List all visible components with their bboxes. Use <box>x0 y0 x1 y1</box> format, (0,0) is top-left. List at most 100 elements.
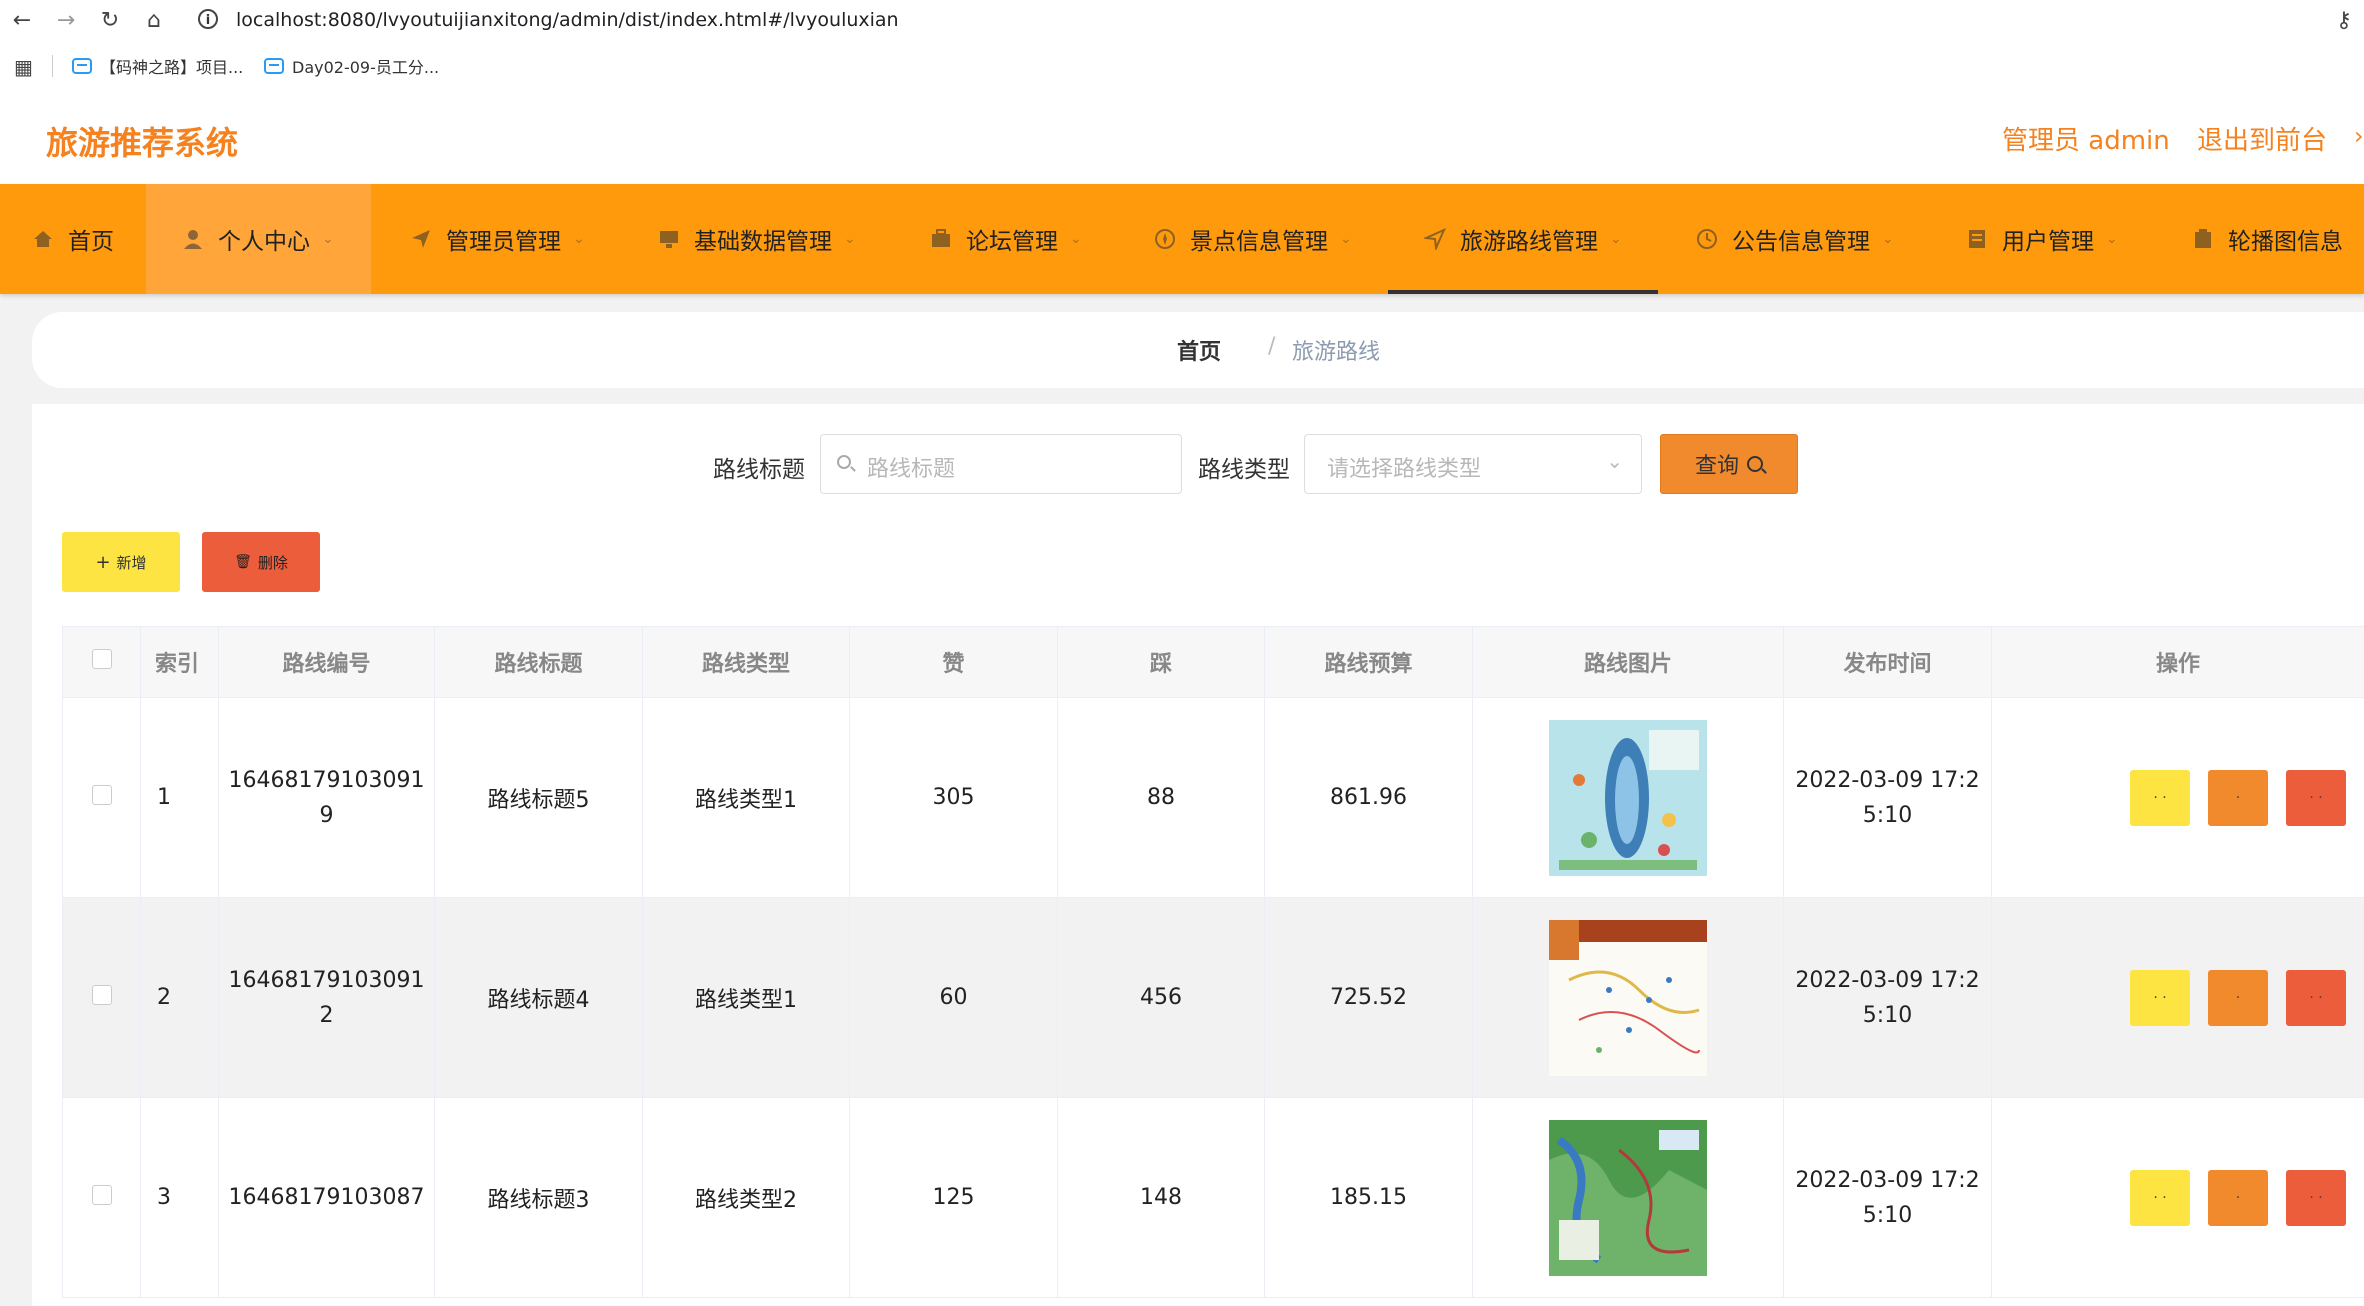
home-browser-icon[interactable]: ⌂ <box>132 0 176 40</box>
bookmarks-bar: ▦ 【码神之路】项目... Day02-09-员工分... <box>0 40 2364 93</box>
briefcase-icon <box>930 228 952 250</box>
apps-grid-icon[interactable]: ▦ <box>14 55 33 79</box>
route-title-input[interactable]: 路线标题 <box>820 434 1182 494</box>
nav-item-scenic-info[interactable]: 景点信息管理 ⌄ <box>1154 184 1352 294</box>
query-button-label: 查询 <box>1694 454 1739 479</box>
nav-label: 轮播图信息 <box>2228 229 2343 255</box>
route-code-line1: 16468179103087 <box>228 1185 425 1210</box>
forward-icon[interactable]: → <box>44 0 88 40</box>
plus-icon: + <box>95 551 111 573</box>
nav-item-carousel[interactable]: 轮播图信息 <box>2192 184 2343 294</box>
row-likes: 305 <box>849 697 1058 898</box>
edit-button[interactable]: · <box>2208 769 2268 826</box>
route-table: 索引 路线编号 路线标题 路线类型 赞 踩 路线预算 路线图片 发布时间 操作 … <box>62 626 2364 1298</box>
view-button[interactable]: · · <box>2130 769 2190 826</box>
row-image-cell <box>1472 697 1784 898</box>
row-publish-time: 2022-03-09 17:2 5:10 <box>1783 697 1992 898</box>
col-image: 路线图片 <box>1472 626 1784 698</box>
site-info-icon[interactable]: i <box>198 9 218 29</box>
row-route-code: 16468179103087 <box>218 1097 435 1298</box>
reload-icon[interactable]: ↻ <box>88 0 132 40</box>
nav-label: 旅游路线管理 <box>1460 229 1598 255</box>
route-image[interactable] <box>1549 719 1707 876</box>
publish-time-line1: 2022-03-09 17:2 <box>1795 967 1980 993</box>
app-header: 旅游推荐系统 管理员 admin 退出到前台 › <box>0 92 2364 184</box>
row-route-title: 路线标题4 <box>434 897 643 1098</box>
nav-item-personal-center[interactable]: 个人中心 ⌄ <box>146 184 371 294</box>
select-all-checkbox[interactable] <box>91 649 112 669</box>
chevron-down-icon: ⌄ <box>1070 231 1082 247</box>
nav-label: 基础数据管理 <box>694 229 832 255</box>
row-checkbox[interactable] <box>91 984 112 1005</box>
publish-time-line1: 2022-03-09 17:2 <box>1795 767 1980 793</box>
nav-label: 论坛管理 <box>966 229 1058 255</box>
row-select-cell <box>62 897 141 1098</box>
address-bar[interactable]: localhost:8080/lvyoutuijianxitong/admin/… <box>236 0 899 40</box>
row-dislikes: 88 <box>1057 697 1265 898</box>
nav-item-admin-management[interactable]: 管理员管理 ⌄ <box>410 184 585 294</box>
row-delete-button[interactable]: · · <box>2286 969 2346 1026</box>
header-overflow: › <box>2354 122 2364 150</box>
back-icon[interactable]: ← <box>0 0 44 40</box>
chevron-down-icon: ⌄ <box>573 231 585 247</box>
exit-to-frontend-link[interactable]: 退出到前台 <box>2197 120 2327 157</box>
nav-item-base-data[interactable]: 基础数据管理 ⌄ <box>658 184 856 294</box>
query-button[interactable]: 查询 <box>1660 434 1798 494</box>
chevron-down-icon: ⌄ <box>322 231 334 247</box>
key-icon[interactable]: ⚷ <box>2336 8 2352 33</box>
row-checkbox[interactable] <box>91 784 112 805</box>
row-checkbox[interactable] <box>91 1184 112 1205</box>
nav-item-home[interactable]: 首页 <box>32 184 114 294</box>
route-type-placeholder: 请选择路线类型 <box>1327 457 1482 482</box>
search-icon <box>837 455 851 469</box>
bookmark-item[interactable]: 【码神之路】项目... <box>72 52 243 80</box>
edit-button[interactable]: · <box>2208 1169 2268 1226</box>
bookmark-divider <box>52 55 53 77</box>
add-button-label: 新增 <box>116 553 147 572</box>
bilibili-icon <box>72 58 92 74</box>
row-delete-button[interactable]: · · <box>2286 1169 2346 1226</box>
trash-icon: 🗑 <box>234 554 252 570</box>
publish-time-line2: 5:10 <box>1862 802 1913 828</box>
nav-label: 公告信息管理 <box>1732 229 1870 255</box>
row-budget: 725.52 <box>1264 897 1473 1098</box>
row-dislikes: 148 <box>1057 1097 1265 1298</box>
bookmark-item[interactable]: Day02-09-员工分... <box>264 52 439 80</box>
view-button[interactable]: · · <box>2130 1169 2190 1226</box>
select-all-cell <box>62 626 141 698</box>
current-user: 管理员 admin <box>2002 126 2170 156</box>
route-type-select[interactable]: 请选择路线类型 ⌄ <box>1304 434 1642 494</box>
nav-label: 用户管理 <box>2002 229 2094 255</box>
breadcrumb-current: 旅游路线 <box>1292 340 1381 365</box>
nav-item-forum[interactable]: 论坛管理 ⌄ <box>930 184 1082 294</box>
content-panel: 路线标题 路线标题 路线类型 请选择路线类型 ⌄ 查询 + 新增 🗑 删除 索引… <box>32 404 2364 1306</box>
route-image[interactable] <box>1549 919 1707 1076</box>
nav-item-route-management[interactable]: 旅游路线管理 ⌄ <box>1388 184 1658 294</box>
route-image[interactable] <box>1549 1119 1707 1276</box>
row-select-cell <box>62 1097 141 1298</box>
nav-item-user-management[interactable]: 用户管理 ⌄ <box>1966 184 2118 294</box>
delete-button[interactable]: 🗑 删除 <box>202 532 320 592</box>
row-route-title: 路线标题5 <box>434 697 643 898</box>
clock-icon <box>1696 228 1718 250</box>
edit-button[interactable]: · <box>2208 969 2268 1026</box>
send-icon <box>410 228 432 250</box>
col-route-type: 路线类型 <box>642 626 850 698</box>
nav-label: 景点信息管理 <box>1190 229 1328 255</box>
row-route-code: 16468179103091 9 <box>218 697 435 898</box>
table-row: 2 16468179103091 2 路线标题4 路线类型1 60 456 725… <box>62 897 2364 1098</box>
col-actions: 操作 <box>1991 626 2364 698</box>
monitor-icon <box>658 228 680 250</box>
breadcrumb: 首页 / 旅游路线 <box>32 312 2364 388</box>
nav-item-notice-info[interactable]: 公告信息管理 ⌄ <box>1696 184 1894 294</box>
row-image-cell <box>1472 1097 1784 1298</box>
view-button[interactable]: · · <box>2130 969 2190 1026</box>
route-title-placeholder: 路线标题 <box>867 457 956 482</box>
add-button[interactable]: + 新增 <box>62 532 180 592</box>
row-delete-button[interactable]: · · <box>2286 769 2346 826</box>
row-actions: · · · · · <box>1991 897 2364 1098</box>
row-route-type: 路线类型1 <box>642 697 850 898</box>
col-budget: 路线预算 <box>1264 626 1473 698</box>
breadcrumb-home[interactable]: 首页 <box>1177 334 1221 366</box>
row-route-type: 路线类型2 <box>642 1097 850 1298</box>
